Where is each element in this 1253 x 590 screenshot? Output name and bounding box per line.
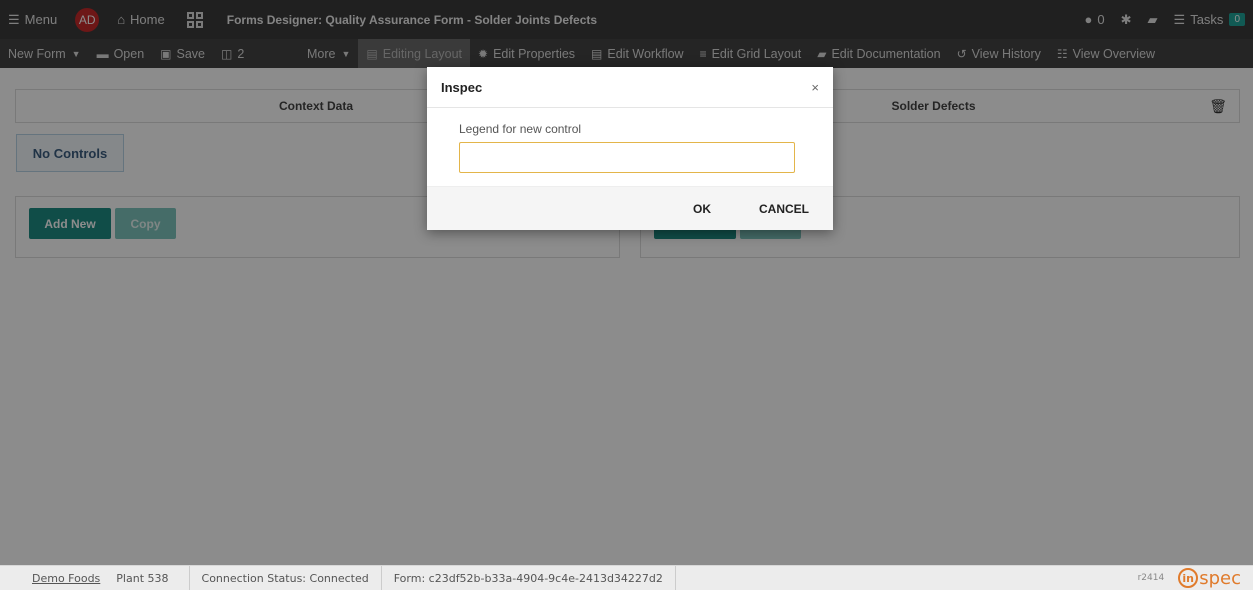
legend-input[interactable]	[459, 142, 795, 173]
status-bar: Demo Foods Plant 538 Connection Status: …	[0, 565, 1253, 590]
ok-button[interactable]: OK	[693, 202, 711, 216]
revision-label: r2414	[1137, 573, 1165, 583]
cancel-button[interactable]: CANCEL	[759, 202, 809, 216]
logo-text: spec	[1199, 567, 1241, 589]
legend-dialog: Inspec × Legend for new control OK CANCE…	[427, 67, 833, 230]
close-icon[interactable]: ×	[811, 80, 819, 95]
form-id: Form: c23df52b-b33a-4904-9c4e-2413d34227…	[380, 565, 676, 590]
plant-label: Plant 538	[116, 571, 169, 585]
dialog-header: Inspec ×	[427, 67, 833, 108]
inspec-logo: in spec	[1178, 568, 1241, 589]
dialog-title: Inspec	[441, 79, 483, 95]
dialog-footer: OK CANCEL	[427, 186, 833, 230]
connection-status: Connection Status: Connected	[188, 565, 381, 590]
legend-label: Legend for new control	[459, 122, 582, 136]
company-link[interactable]: Demo Foods	[0, 566, 108, 590]
dialog-body: Legend for new control	[427, 108, 833, 186]
logo-mark-icon: in	[1178, 568, 1199, 588]
